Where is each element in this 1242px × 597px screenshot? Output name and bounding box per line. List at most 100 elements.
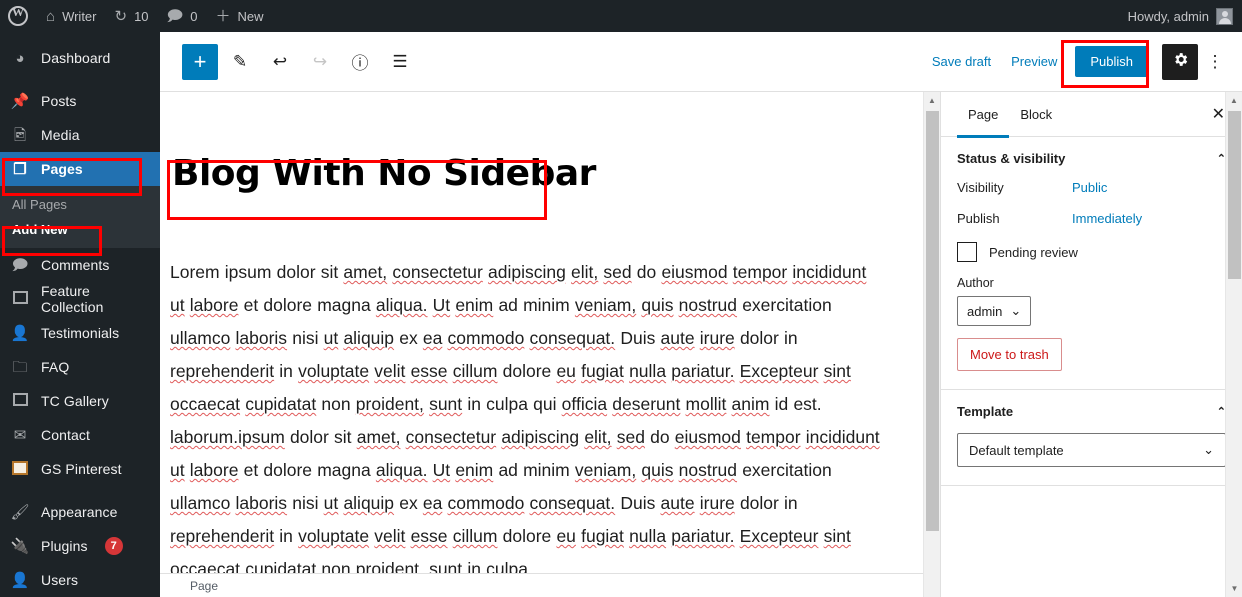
- dashboard-icon: ◕: [15, 49, 25, 67]
- sidebar-item-appearance[interactable]: 🖌 Appearance: [0, 495, 160, 529]
- sidebar-item-pages[interactable]: ❐ Pages: [0, 152, 160, 186]
- sidebar-item-media[interactable]: 🖻 Media: [0, 118, 160, 152]
- permalink-section-partial[interactable]: [941, 486, 1242, 514]
- publish-button[interactable]: Publish: [1075, 46, 1148, 77]
- wp-logo-menu[interactable]: [0, 0, 37, 32]
- paragraph-block[interactable]: Lorem ipsum dolor sit amet, consectetur …: [168, 256, 883, 573]
- misspelled-word: elit,: [584, 427, 612, 447]
- add-block-button[interactable]: +: [182, 43, 218, 80]
- misspelled-word: velit: [374, 526, 406, 546]
- wordpress-logo-icon: [8, 5, 28, 26]
- settings-toggle-button[interactable]: [1162, 43, 1198, 80]
- misspelled-word: nostrud: [678, 295, 738, 315]
- sidebar-item-comments[interactable]: 🗩 Comments: [0, 248, 160, 282]
- howdy-label: Howdy, admin: [1127, 8, 1209, 24]
- site-name-menu[interactable]: ⌂ Writer: [37, 0, 106, 32]
- preview-button[interactable]: Preview: [1001, 48, 1067, 75]
- sidebar-item-faq[interactable]: 🗀 FAQ: [0, 350, 160, 384]
- misspelled-word: ut: [170, 295, 185, 315]
- sidebar-item-plugins[interactable]: 🔌 Plugins 7: [0, 529, 160, 563]
- sidebar-item-label: Posts: [41, 93, 77, 109]
- collection-icon: [10, 291, 30, 307]
- sidebar-item-posts[interactable]: 📌 Posts: [0, 84, 160, 118]
- gs-pinterest-icon: [10, 460, 30, 478]
- misspelled-word: deserunt: [612, 394, 681, 414]
- updates-icon: ↻: [114, 7, 128, 25]
- tab-page[interactable]: Page: [957, 92, 1010, 138]
- misspelled-word: cillum: [452, 526, 498, 546]
- sidebar-item-dashboard[interactable]: ◕ Dashboard: [0, 41, 160, 75]
- breadcrumb-item-page[interactable]: Page: [190, 579, 218, 593]
- misspelled-word: ullamco: [170, 328, 231, 348]
- misspelled-word: aliquip: [343, 328, 395, 348]
- chevron-down-icon: ⌄: [1010, 303, 1022, 318]
- visibility-value-button[interactable]: Public: [1072, 180, 1107, 195]
- publish-date-label: Publish: [957, 211, 1000, 226]
- sidebar-item-testimonials[interactable]: 👤 Testimonials: [0, 316, 160, 350]
- pending-review-row[interactable]: Pending review: [957, 242, 1226, 262]
- misspelled-word: consequat.: [529, 493, 616, 513]
- sidebar-item-users[interactable]: 👤 Users: [0, 563, 160, 597]
- misspelled-word: veniam,: [574, 460, 637, 480]
- sidebar-subitem-add-new[interactable]: Add New: [0, 217, 160, 242]
- settings-panel-scrollbar[interactable]: ▲ ▼: [1225, 92, 1242, 597]
- avatar-icon: [1216, 7, 1233, 25]
- template-select[interactable]: Default template ⌄: [957, 433, 1226, 467]
- misspelled-word: proident,: [355, 559, 424, 573]
- pending-review-checkbox[interactable]: [957, 242, 977, 262]
- scroll-down-arrow-icon[interactable]: ▼: [1226, 580, 1242, 597]
- sidebar-item-label: Plugins: [41, 538, 88, 554]
- misspelled-word: veniam,: [574, 295, 637, 315]
- canvas-scroll-thumb[interactable]: [926, 111, 939, 531]
- scroll-up-arrow-icon[interactable]: ▲: [1226, 92, 1242, 109]
- misspelled-word: incididunt: [805, 427, 880, 447]
- misspelled-word: tempor: [732, 262, 788, 282]
- misspelled-word: pariatur.: [671, 361, 735, 381]
- sidebar-item-contact[interactable]: ✉ Contact: [0, 418, 160, 452]
- admin-sidebar: ◕ Dashboard 📌 Posts 🖻 Media ❐ Pages All …: [0, 32, 160, 597]
- my-account-menu[interactable]: Howdy, admin: [1119, 0, 1242, 32]
- sidebar-item-label: Users: [41, 572, 79, 588]
- page-title-input[interactable]: Blog With No Sidebar: [168, 147, 600, 200]
- list-view-icon: ☰: [392, 51, 408, 71]
- misspelled-word: ea: [422, 493, 443, 513]
- scroll-up-arrow-icon[interactable]: ▲: [924, 92, 940, 109]
- status-visibility-section: Status & visibility ⌃ Visibility Public …: [941, 137, 1242, 390]
- misspelled-word: labore: [189, 295, 239, 315]
- sidebar-item-label: FAQ: [41, 359, 70, 375]
- status-visibility-header[interactable]: Status & visibility ⌃: [957, 151, 1226, 166]
- editor-canvas-wrapper: Blog With No Sidebar Lorem ipsum dolor s…: [160, 92, 940, 597]
- author-select[interactable]: admin ⌄: [957, 296, 1032, 326]
- canvas-scrollbar[interactable]: ▲: [923, 92, 940, 597]
- settings-scroll-thumb[interactable]: [1228, 111, 1241, 279]
- edit-tools-button[interactable]: ✎: [222, 44, 258, 80]
- sidebar-subitem-all-pages[interactable]: All Pages: [0, 192, 160, 217]
- undo-button[interactable]: ↩: [262, 44, 298, 80]
- list-view-button[interactable]: ☰: [382, 44, 418, 80]
- misspelled-word: eu: [556, 526, 576, 546]
- new-content-menu[interactable]: ＋ New: [206, 0, 272, 32]
- misspelled-word: cillum: [452, 361, 498, 381]
- updates-menu[interactable]: ↻ 10: [106, 0, 158, 32]
- publish-date-value-button[interactable]: Immediately: [1072, 211, 1142, 226]
- save-draft-button[interactable]: Save draft: [922, 48, 1001, 75]
- template-value: Default template: [969, 442, 1064, 458]
- editor-canvas[interactable]: Blog With No Sidebar Lorem ipsum dolor s…: [160, 92, 923, 573]
- template-header[interactable]: Template ⌃: [957, 404, 1226, 419]
- gallery-icon: [10, 393, 30, 409]
- site-name-label: Writer: [62, 8, 97, 24]
- redo-button[interactable]: ↪: [302, 44, 338, 80]
- sidebar-item-gs-pinterest[interactable]: GS Pinterest: [0, 452, 160, 486]
- home-icon: ⌂: [46, 7, 56, 25]
- misspelled-word: velit: [374, 361, 406, 381]
- details-button[interactable]: ⓘ: [342, 44, 378, 80]
- sidebar-item-tc-gallery[interactable]: TC Gallery: [0, 384, 160, 418]
- comments-menu[interactable]: 🗩 0: [158, 0, 207, 32]
- sidebar-item-label: GS Pinterest: [41, 461, 122, 477]
- misspelled-word: anim: [731, 394, 770, 414]
- tab-block[interactable]: Block: [1009, 92, 1063, 137]
- move-to-trash-button[interactable]: Move to trash: [957, 338, 1062, 371]
- more-options-button[interactable]: ⋮: [1200, 44, 1230, 80]
- misspelled-word: enim: [455, 295, 494, 315]
- sidebar-item-feature-collection[interactable]: Feature Collection: [0, 282, 160, 316]
